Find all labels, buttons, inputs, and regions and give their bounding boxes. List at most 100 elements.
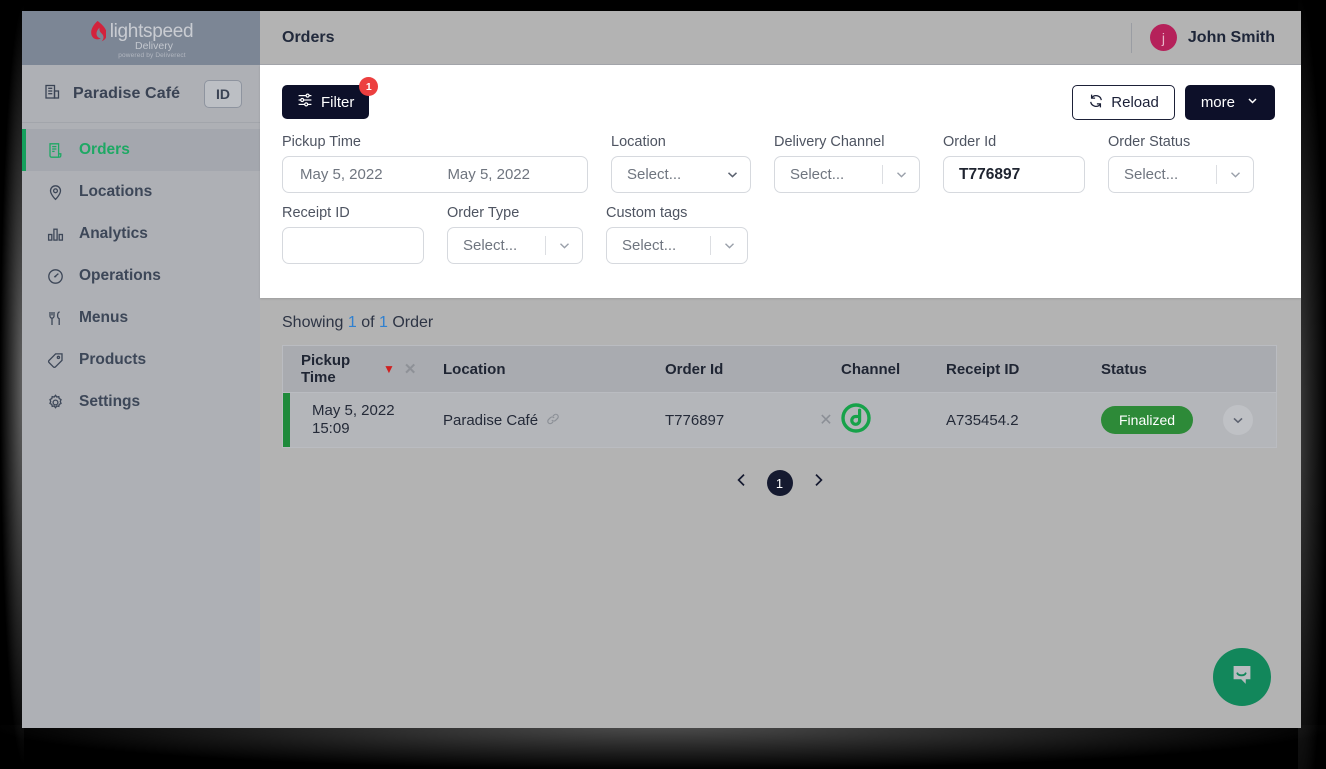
pagination-page-1[interactable]: 1 — [766, 470, 793, 496]
chevron-down-icon — [883, 167, 919, 182]
reload-button-label: Reload — [1111, 94, 1159, 111]
main-area: Orders j John Smith Filter 1 Reload more… — [260, 11, 1301, 728]
orders-table: Pickup Time ▼ ✕ Location Order Id Channe… — [282, 345, 1277, 448]
showing-prefix: Showing — [282, 314, 344, 331]
order-type-select-value: Select... — [463, 237, 518, 254]
filter-panel: Filter 1 Reload more Pickup Time May 5, … — [260, 65, 1301, 298]
more-button[interactable]: more — [1184, 85, 1275, 120]
filter-order-status: Order Status Select... — [1108, 134, 1254, 193]
chevron-down-icon — [546, 238, 582, 253]
filter-custom-tags: Custom tags Select... — [606, 205, 748, 264]
chevron-right-icon[interactable] — [809, 471, 827, 495]
sidebar-item-orders[interactable]: Orders — [22, 129, 260, 171]
table-row[interactable]: May 5, 2022 15:09 Paradise Café T776897 — [282, 393, 1277, 448]
sidebar-item-products[interactable]: Products — [22, 339, 260, 381]
order-id-input[interactable]: T776897 — [943, 156, 1085, 193]
pickup-time-to[interactable]: May 5, 2022 — [447, 166, 530, 183]
sort-desc-icon[interactable]: ▼ — [383, 362, 395, 376]
results-summary: Showing 1 of 1 Order — [282, 314, 1275, 332]
sidebar-item-label: Settings — [79, 393, 141, 410]
page-title: Orders — [282, 28, 335, 46]
delivery-channel-select[interactable]: Select... — [774, 156, 920, 193]
status-badge: Finalized — [1101, 406, 1194, 434]
cell-channel — [841, 403, 946, 437]
bar-chart-icon — [46, 225, 65, 244]
receipt-icon — [46, 141, 65, 160]
store-selector[interactable]: Paradise Café ID — [22, 65, 260, 123]
filter-pickup-time: Pickup Time May 5, 2022 May 5, 2022 — [282, 134, 588, 193]
filter-label: Delivery Channel — [774, 134, 885, 150]
topbar: Orders j John Smith — [260, 11, 1301, 65]
order-status-select-value: Select... — [1124, 166, 1179, 183]
sidebar: lightspeed Delivery powered by Deliverec… — [22, 11, 260, 728]
deliverect-logo-icon — [841, 403, 871, 437]
tag-icon — [46, 351, 65, 370]
table-header-row: Pickup Time ▼ ✕ Location Order Id Channe… — [282, 345, 1277, 393]
close-icon[interactable]: ✕ — [404, 360, 417, 378]
building-icon — [44, 83, 61, 105]
avatar: j — [1149, 24, 1177, 51]
sidebar-item-operations[interactable]: Operations — [22, 255, 260, 297]
row-status-accent — [283, 393, 290, 447]
filter-delivery-channel: Delivery Channel Select... — [774, 134, 920, 193]
pickup-time-from[interactable]: May 5, 2022 — [300, 166, 383, 183]
cell-pickup-clock: 15:09 — [312, 420, 350, 437]
refresh-icon — [1088, 93, 1104, 113]
chevron-down-icon — [711, 238, 747, 253]
filter-receipt-id: Receipt ID — [282, 205, 424, 264]
sidebar-item-label: Menus — [79, 309, 129, 326]
link-icon[interactable] — [546, 412, 560, 429]
filter-button[interactable]: Filter 1 — [282, 77, 379, 119]
column-header-order-id[interactable]: Order Id — [665, 361, 841, 378]
cell-status: Finalized — [1101, 405, 1276, 435]
cutlery-icon — [46, 309, 65, 328]
flame-icon — [89, 21, 107, 43]
sidebar-item-menus[interactable]: Menus — [22, 297, 260, 339]
brand-tagline: powered by Deliverect — [118, 52, 186, 59]
column-header-pickup-time[interactable]: Pickup Time ▼ ✕ — [283, 352, 443, 386]
showing-suffix: Order — [392, 314, 434, 331]
order-id-input-value: T776897 — [959, 165, 1021, 183]
filter-label: Order Status — [1108, 134, 1191, 150]
user-menu[interactable]: j John Smith — [1149, 24, 1275, 51]
receipt-id-input[interactable] — [282, 227, 424, 264]
cell-location: Paradise Café — [443, 412, 665, 429]
cell-pickup-date: May 5, 2022 — [312, 402, 395, 419]
sidebar-item-settings[interactable]: Settings — [22, 381, 260, 423]
close-icon[interactable]: ✕ — [811, 410, 841, 430]
order-status-select[interactable]: Select... — [1108, 156, 1254, 193]
showing-total: 1 — [378, 314, 388, 331]
pagination: 1 — [282, 470, 1277, 496]
brand-product: Delivery — [135, 40, 173, 52]
reload-button[interactable]: Reload — [1072, 85, 1175, 120]
sidebar-item-analytics[interactable]: Analytics — [22, 213, 260, 255]
cell-order-id: T776897 — [665, 411, 725, 429]
sidebar-item-label: Locations — [79, 183, 153, 200]
cell-receipt-id: A735454.2 — [946, 411, 1019, 429]
pickup-time-range-input[interactable]: May 5, 2022 May 5, 2022 — [282, 156, 588, 193]
order-type-select[interactable]: Select... — [447, 227, 583, 264]
brand-logo[interactable]: lightspeed Delivery powered by Deliverec… — [22, 11, 260, 65]
column-header-location[interactable]: Location — [443, 361, 665, 378]
chevron-left-icon[interactable] — [733, 471, 751, 495]
column-header-channel[interactable]: Channel — [841, 361, 946, 378]
filter-label: Order Id — [943, 134, 997, 150]
filter-label: Location — [611, 134, 666, 150]
column-header-receipt-id[interactable]: Receipt ID — [946, 361, 1101, 378]
custom-tags-select[interactable]: Select... — [606, 227, 748, 264]
sidebar-item-label: Operations — [79, 267, 161, 284]
chat-launcher-button[interactable] — [1213, 648, 1271, 706]
chevron-down-icon[interactable] — [1223, 405, 1254, 435]
delivery-channel-select-value: Select... — [790, 166, 845, 183]
sidebar-item-label: Orders — [79, 141, 130, 158]
column-header-status[interactable]: Status — [1101, 361, 1276, 378]
column-header-label-line1: Pickup — [301, 352, 351, 369]
window-shadow-left — [0, 0, 24, 769]
store-id-button[interactable]: ID — [204, 79, 242, 108]
chevron-down-icon — [1246, 94, 1259, 111]
filter-label: Custom tags — [606, 205, 688, 221]
chat-bubble-icon — [1227, 660, 1257, 695]
sidebar-item-label: Analytics — [79, 225, 148, 242]
location-select[interactable]: Select... — [611, 156, 751, 193]
sidebar-item-locations[interactable]: Locations — [22, 171, 260, 213]
